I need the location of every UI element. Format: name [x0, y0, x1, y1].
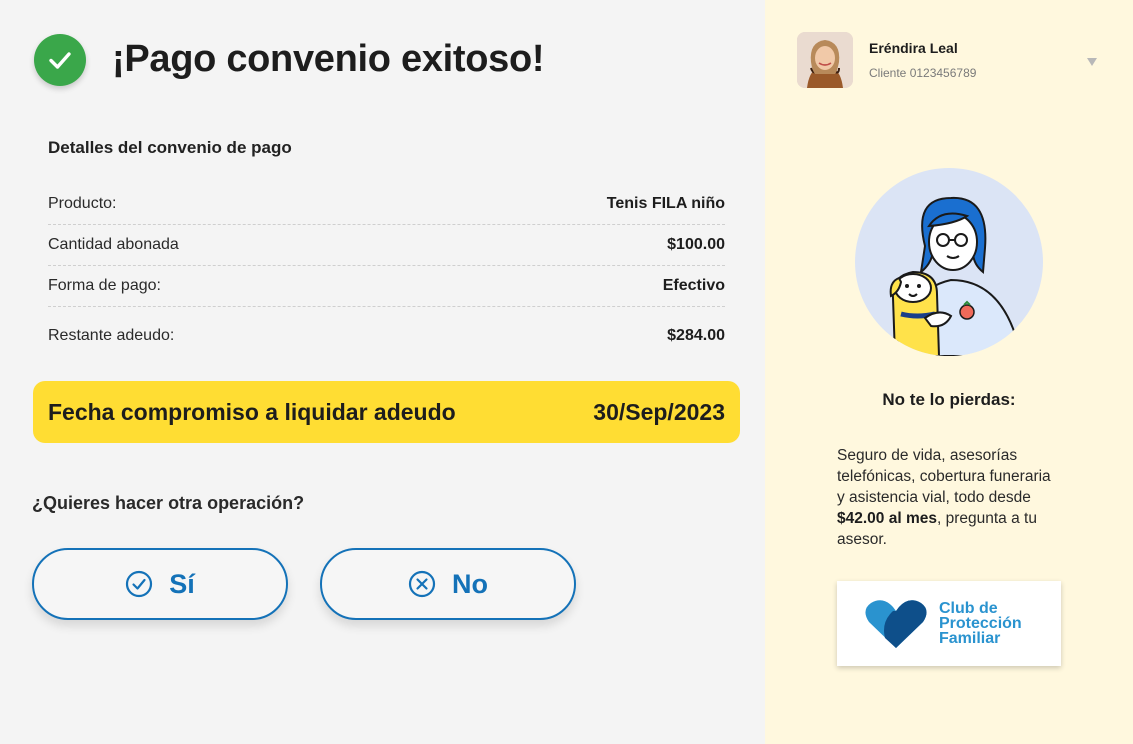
main-panel: ¡Pago convenio exitoso! Detalles del con…	[0, 0, 765, 744]
yes-button-label: Sí	[169, 568, 195, 599]
detail-row-product: Producto: Tenis FILA niño	[48, 184, 725, 225]
detail-label: Cantidad abonada	[48, 236, 179, 253]
check-circle-icon	[34, 34, 86, 86]
detail-row-remaining-debt: Restante adeudo: $284.00	[48, 307, 725, 365]
commitment-date-banner: Fecha compromiso a liquidar adeudo 30/Se…	[33, 381, 740, 443]
detail-value: Tenis FILA niño	[606, 195, 725, 212]
no-button-label: No	[452, 568, 488, 599]
commitment-label: Fecha compromiso a liquidar adeudo	[48, 398, 456, 425]
club-name: Club de Protección Familiar	[939, 600, 1022, 647]
avatar	[797, 32, 853, 88]
commitment-date: 30/Sep/2023	[593, 398, 725, 425]
promo-text: Seguro de vida, asesorías telefónicas, c…	[837, 445, 1057, 550]
promo-title: No te lo pierdas:	[882, 390, 1016, 409]
detail-row-payment-method: Forma de pago: Efectivo	[48, 266, 725, 307]
detail-row-amount-paid: Cantidad abonada $100.00	[48, 225, 725, 266]
details-list: Producto: Tenis FILA niño Cantidad abona…	[48, 184, 725, 365]
client-id: Cliente 0123456789	[869, 66, 977, 80]
promo-text-before: Seguro de vida, asesorías telefónicas, c…	[837, 447, 1051, 506]
club-name-line: Familiar	[939, 630, 1001, 647]
chevron-down-icon[interactable]	[1086, 55, 1098, 67]
club-name-line: Club de	[939, 600, 998, 617]
another-operation-question: ¿Quieres hacer otra operación?	[32, 493, 305, 513]
page-title: ¡Pago convenio exitoso!	[112, 38, 545, 80]
heart-icon	[865, 599, 927, 648]
woman-with-dog-illustration	[855, 168, 1043, 356]
detail-label: Restante adeudo:	[48, 327, 175, 344]
club-proteccion-familiar-logo: Club de Protección Familiar	[837, 581, 1061, 666]
yes-button[interactable]: Sí	[32, 548, 288, 620]
detail-label: Producto:	[48, 195, 117, 212]
x-circle-outline-icon	[408, 570, 436, 598]
check-circle-outline-icon	[126, 570, 153, 598]
detail-label: Forma de pago:	[48, 277, 161, 294]
detail-value: $100.00	[667, 236, 725, 253]
user-name: Eréndira Leal	[869, 40, 958, 56]
club-name-line: Protección	[939, 615, 1022, 632]
no-button[interactable]: No	[320, 548, 576, 620]
detail-value: Efectivo	[662, 277, 725, 294]
detail-value: $284.00	[667, 327, 725, 344]
promo-price: $42.00 al mes	[837, 510, 937, 527]
details-title: Detalles del convenio de pago	[48, 138, 292, 157]
